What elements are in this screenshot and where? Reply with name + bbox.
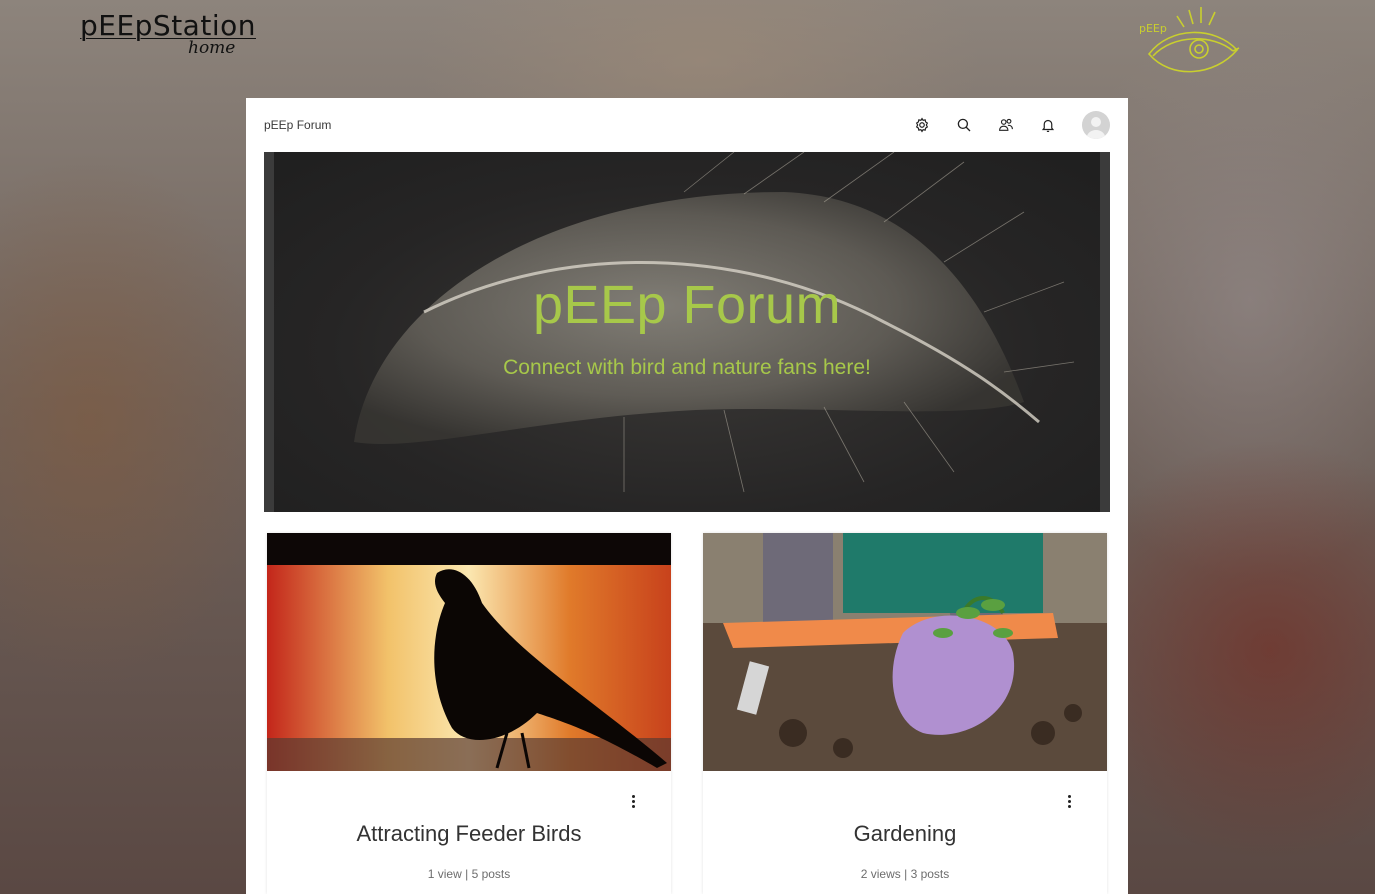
category-title[interactable]: Gardening bbox=[703, 821, 1107, 847]
settings-button[interactable] bbox=[910, 113, 934, 137]
settings-icon bbox=[915, 117, 929, 133]
forum-panel: pEEp Forum pEEp Forum Connect with bird … bbox=[246, 98, 1128, 894]
card-more-button[interactable] bbox=[625, 791, 641, 811]
members-icon bbox=[999, 118, 1013, 131]
forum-toolbar: pEEp Forum bbox=[264, 98, 1110, 152]
more-dot-icon bbox=[1067, 794, 1071, 798]
more-dot-icon bbox=[631, 804, 635, 808]
more-dot-icon bbox=[631, 794, 635, 798]
site-logo[interactable]: pEEpStation home bbox=[80, 10, 256, 59]
profile-avatar[interactable] bbox=[1082, 111, 1110, 139]
stats-separator: | bbox=[904, 867, 908, 881]
hero-title: pEEp Forum bbox=[532, 275, 842, 335]
category-card-feeder-birds[interactable]: Attracting Feeder Birds 1 view | 5 posts bbox=[267, 533, 671, 894]
search-button[interactable] bbox=[952, 113, 976, 137]
category-posts: 3 posts bbox=[910, 867, 950, 881]
bell-icon bbox=[1041, 119, 1055, 132]
eye-logo-text: pEEp bbox=[1139, 22, 1167, 35]
category-views: 1 view bbox=[427, 867, 462, 881]
eye-logo-icon: pEEp bbox=[1139, 7, 1240, 73]
eye-logo[interactable]: pEEp bbox=[1135, 4, 1245, 84]
notifications-button[interactable] bbox=[1036, 113, 1060, 137]
category-stats: 1 view | 5 posts bbox=[267, 867, 671, 881]
category-card-gardening[interactable]: Gardening 2 views | 3 posts bbox=[703, 533, 1107, 894]
site-brand-subtitle: home bbox=[188, 38, 236, 58]
gardening-image bbox=[703, 533, 1107, 771]
more-dot-icon bbox=[1067, 804, 1071, 808]
category-views: 2 views bbox=[860, 867, 901, 881]
category-posts: 5 posts bbox=[471, 867, 511, 881]
category-stats: 2 views | 3 posts bbox=[703, 867, 1107, 881]
stats-separator: | bbox=[465, 867, 469, 881]
search-icon bbox=[957, 118, 971, 132]
category-title[interactable]: Attracting Feeder Birds bbox=[267, 821, 671, 847]
members-button[interactable] bbox=[994, 113, 1018, 137]
forum-hero-banner: pEEp Forum Connect with bird and nature … bbox=[264, 152, 1110, 512]
category-image-gardening[interactable] bbox=[703, 533, 1107, 771]
hero-subtitle: Connect with bird and nature fans here! bbox=[503, 356, 871, 379]
bird-silhouette-image bbox=[267, 533, 671, 771]
user-icon bbox=[1086, 117, 1106, 139]
card-more-button[interactable] bbox=[1061, 791, 1077, 811]
category-image-bird[interactable] bbox=[267, 533, 671, 771]
breadcrumb[interactable]: pEEp Forum bbox=[264, 118, 331, 132]
toolbar-actions bbox=[910, 111, 1110, 139]
more-dot-icon bbox=[631, 799, 635, 803]
more-dot-icon bbox=[1067, 799, 1071, 803]
